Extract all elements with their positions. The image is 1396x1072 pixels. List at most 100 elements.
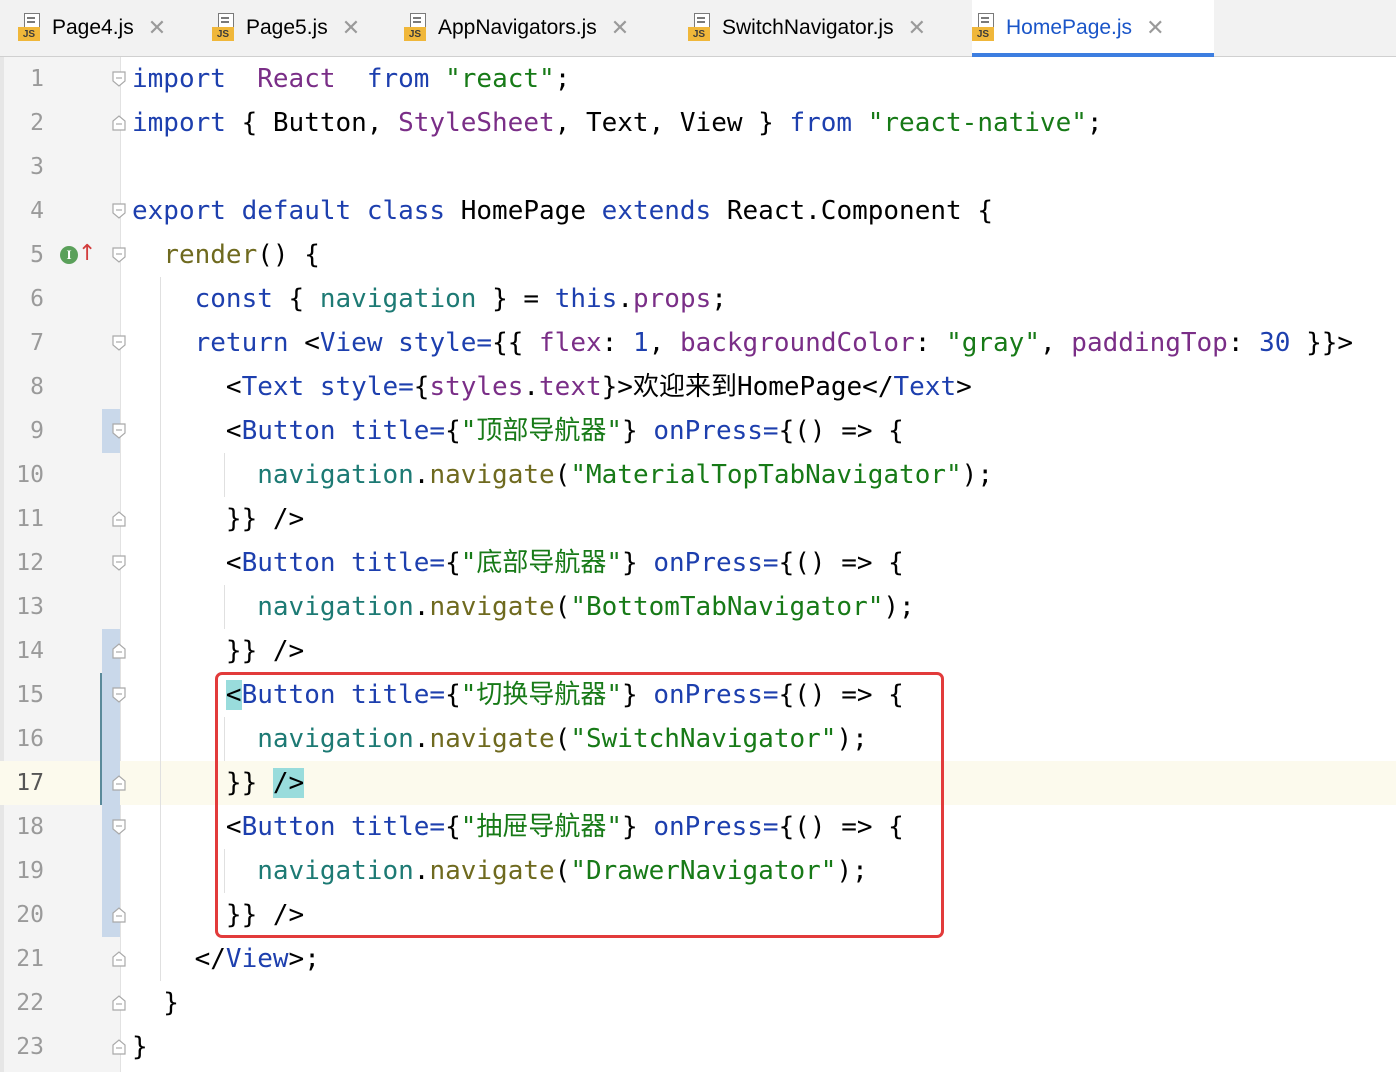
code-line[interactable]: 1 import React from "react"; (0, 57, 1396, 101)
code-token: }} /> (132, 636, 305, 666)
line-number[interactable]: 10 (0, 453, 44, 497)
fold-start-icon[interactable] (112, 203, 126, 219)
code-line[interactable]: 12 <Button title={"底部导航器"} onPress={() =… (0, 541, 1396, 585)
fold-end-icon[interactable] (112, 115, 126, 131)
code-token: { (413, 372, 430, 402)
tab-page4-js[interactable]: JS Page4.js ✕ (18, 0, 194, 56)
code-token: title= (351, 416, 446, 446)
line-number[interactable]: 5 (0, 233, 44, 277)
code-token: styles (429, 372, 524, 402)
override-arrow-icon[interactable]: ↑ (78, 241, 96, 267)
code-line[interactable]: 5 I ↑ render() { (0, 233, 1396, 277)
fold-start-icon[interactable] (112, 819, 126, 835)
fold-end-icon[interactable] (112, 1039, 126, 1055)
code-text[interactable]: </View>; (132, 937, 320, 981)
line-number[interactable]: 23 (0, 1025, 44, 1069)
fold-end-icon[interactable] (112, 511, 126, 527)
code-text[interactable]: navigation.navigate("BottomTabNavigator"… (132, 585, 914, 629)
fold-start-icon[interactable] (112, 247, 126, 263)
fold-start-icon[interactable] (112, 423, 126, 439)
fold-end-icon[interactable] (112, 907, 126, 923)
code-token: < (132, 416, 242, 446)
code-line[interactable]: 10 navigation.navigate("MaterialTopTabNa… (0, 453, 1396, 497)
line-number[interactable]: 14 (0, 629, 44, 673)
code-text[interactable]: export default class HomePage extends Re… (132, 189, 993, 233)
line-number[interactable]: 17 (0, 761, 44, 805)
line-number[interactable]: 8 (0, 365, 44, 409)
line-number[interactable]: 7 (0, 321, 44, 365)
code-token: class (366, 196, 446, 226)
tab-page5-js[interactable]: JS Page5.js ✕ (212, 0, 388, 56)
code-text[interactable]: <Button title={"顶部导航器"} onPress={() => { (132, 409, 904, 453)
fold-end-icon[interactable] (112, 951, 126, 967)
code-line[interactable]: 23} (0, 1025, 1396, 1069)
line-number[interactable]: 1 (0, 57, 44, 101)
code-editor[interactable]: 1 import React from "react"; 2 import { But… (0, 57, 1396, 1072)
implements-icon[interactable]: I (60, 246, 78, 264)
fold-end-icon[interactable] (112, 643, 126, 659)
js-file-icon: JS (212, 13, 236, 43)
code-text[interactable]: }} /> (132, 497, 304, 541)
code-text[interactable]: const { navigation } = this.props; (132, 277, 727, 321)
editor-tab-bar: JS Page4.js ✕ JS Page5.js ✕ JS AppNavigators.js… (0, 0, 1396, 57)
line-number[interactable]: 6 (0, 277, 44, 321)
code-token: extends (601, 196, 712, 226)
line-number[interactable]: 21 (0, 937, 44, 981)
line-number[interactable]: 22 (0, 981, 44, 1025)
code-text[interactable]: import { Button, StyleSheet, Text, View … (132, 101, 1103, 145)
code-line[interactable]: 13 navigation.navigate("BottomTabNavigat… (0, 585, 1396, 629)
code-text[interactable]: } (132, 981, 179, 1025)
code-line[interactable]: 9 <Button title={"顶部导航器"} onPress={() =>… (0, 409, 1396, 453)
code-text[interactable]: }} /> (132, 629, 304, 673)
line-number[interactable]: 2 (0, 101, 44, 145)
code-text[interactable]: navigation.navigate("MaterialTopTabNavig… (132, 453, 993, 497)
close-icon[interactable]: ✕ (611, 16, 629, 41)
code-line[interactable]: 6 const { navigation } = this.props; (0, 277, 1396, 321)
line-number[interactable]: 19 (0, 849, 44, 893)
tab-appnavigators-js[interactable]: JS AppNavigators.js ✕ (404, 0, 666, 56)
fold-start-icon[interactable] (112, 71, 126, 87)
code-token: navigation (257, 592, 414, 622)
code-line[interactable]: 2 import { Button, StyleSheet, Text, View… (0, 101, 1396, 145)
code-line[interactable]: 11 }} /> (0, 497, 1396, 541)
line-number[interactable]: 20 (0, 893, 44, 937)
fold-end-icon[interactable] (112, 775, 126, 791)
fold-start-icon[interactable] (112, 555, 126, 571)
line-number[interactable]: 3 (0, 145, 44, 189)
line-number[interactable]: 4 (0, 189, 44, 233)
fold-start-icon[interactable] (112, 687, 126, 703)
line-number[interactable]: 9 (0, 409, 44, 453)
code-line[interactable]: 21 </View>; (0, 937, 1396, 981)
line-number[interactable]: 18 (0, 805, 44, 849)
line-number[interactable]: 15 (0, 673, 44, 717)
close-icon[interactable]: ✕ (148, 16, 166, 41)
code-token: { Button, (225, 108, 399, 138)
fold-start-icon[interactable] (112, 335, 126, 351)
line-number[interactable]: 13 (0, 585, 44, 629)
code-text[interactable]: render() { (132, 233, 320, 277)
code-text[interactable]: import React from "react"; (132, 57, 570, 101)
code-text[interactable]: <Button title={"底部导航器"} onPress={() => { (132, 541, 904, 585)
fold-end-icon[interactable] (112, 995, 126, 1011)
tab-switchnavigator-js[interactable]: JS SwitchNavigator.js ✕ (688, 0, 954, 56)
close-icon[interactable]: ✕ (342, 16, 360, 41)
code-text[interactable]: return <View style={{ flex: 1, backgroun… (132, 321, 1353, 365)
code-token: . (523, 372, 540, 402)
code-line[interactable]: 8 <Text style={styles.text}>欢迎来到HomePage… (0, 365, 1396, 409)
code-token: < (288, 328, 320, 358)
code-line[interactable]: 14 }} /> (0, 629, 1396, 673)
code-line[interactable]: 22 } (0, 981, 1396, 1025)
line-number[interactable]: 11 (0, 497, 44, 541)
code-line[interactable]: 7 return <View style={{ flex: 1, backgro… (0, 321, 1396, 365)
line-number[interactable]: 16 (0, 717, 44, 761)
code-line[interactable]: 4 export default class HomePage extends R… (0, 189, 1396, 233)
code-token: navigation (257, 460, 414, 490)
code-text[interactable]: <Text style={styles.text}>欢迎来到HomePage</… (132, 365, 972, 409)
code-text[interactable]: } (132, 1025, 148, 1069)
close-icon[interactable]: ✕ (1146, 16, 1164, 41)
close-icon[interactable]: ✕ (908, 16, 926, 41)
tab-homepage-js[interactable]: JS HomePage.js ✕ (972, 0, 1214, 57)
code-line[interactable]: 3 (0, 145, 1396, 189)
line-number[interactable]: 12 (0, 541, 44, 585)
